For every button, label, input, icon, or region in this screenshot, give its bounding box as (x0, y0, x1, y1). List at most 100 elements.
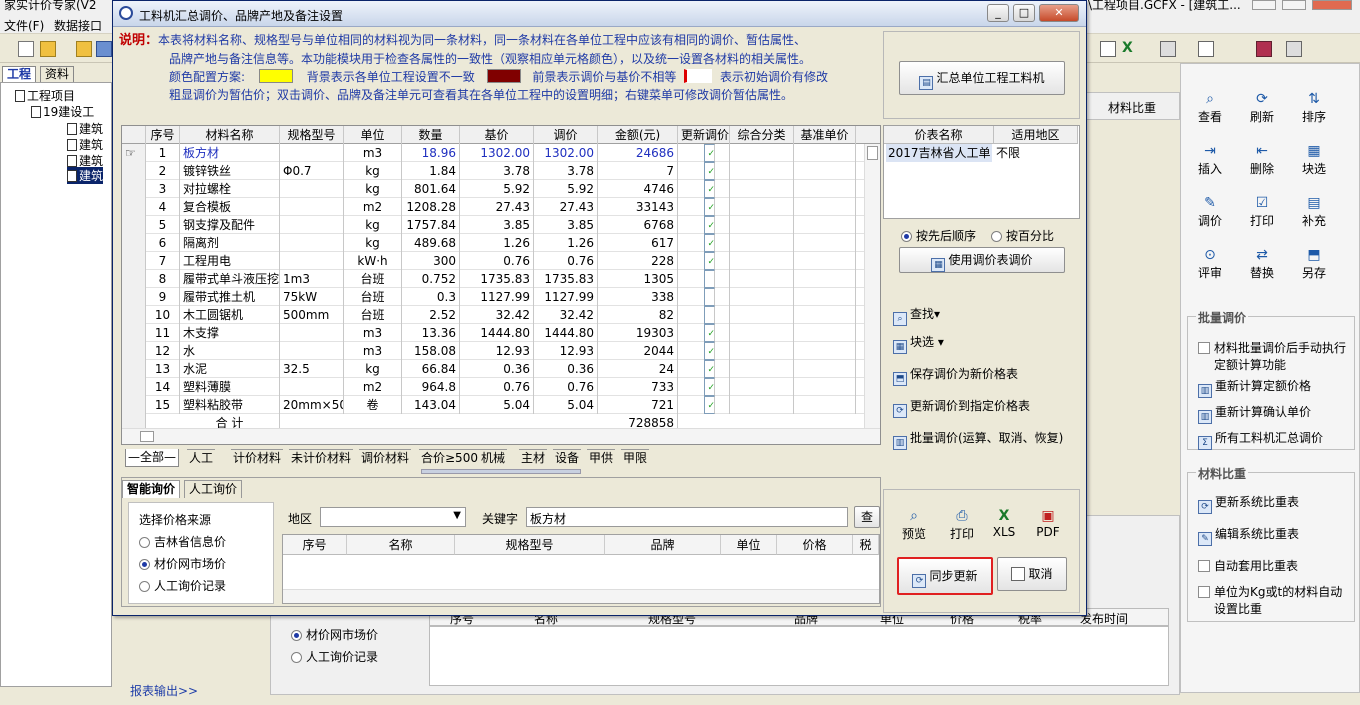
table-cell[interactable]: 水 (180, 342, 280, 360)
table-cell[interactable]: 5.92 (460, 180, 534, 198)
tab-project[interactable]: 工程 (2, 66, 37, 82)
table-cell[interactable] (730, 396, 794, 414)
save-as-button[interactable]: ⬒ 另存 (1289, 246, 1339, 281)
tab-labor[interactable]: 人工 (187, 449, 216, 467)
table-cell[interactable]: 82 (598, 306, 678, 324)
bg-radio-market[interactable]: 材价网市场价 (291, 626, 378, 643)
table-cell[interactable]: 3.78 (534, 162, 598, 180)
block-select-dialog-button[interactable]: ▦ 块选 ▾ (893, 333, 944, 354)
table-cell[interactable] (280, 144, 344, 162)
table-cell[interactable]: 0.36 (534, 360, 598, 378)
update-checkbox[interactable]: ✓ (678, 216, 730, 234)
table-cell[interactable]: 13.36 (402, 324, 460, 342)
table-cell[interactable]: 履带式单斗液压挖 (180, 270, 280, 288)
table-cell[interactable]: 24686 (598, 144, 678, 162)
replace-button[interactable]: ⇄ 替换 (1237, 246, 1287, 281)
table-cell[interactable]: 32.5 (280, 360, 344, 378)
tree-leaf-2[interactable]: 建筑 (67, 136, 103, 153)
table-cell[interactable]: 15 (146, 396, 180, 414)
table-cell[interactable]: 0.752 (402, 270, 460, 288)
auto-apply-ratio-checkbox[interactable]: 自动套用比重表 (1198, 557, 1298, 574)
table-cell[interactable] (794, 162, 856, 180)
table-cell[interactable] (280, 342, 344, 360)
table-cell[interactable]: 3.78 (460, 162, 534, 180)
table-cell[interactable]: m3 (344, 144, 402, 162)
tab-manual-inquiry[interactable]: 人工询价 (184, 480, 243, 498)
table-cell[interactable]: 1757.84 (402, 216, 460, 234)
table-cell[interactable]: 14 (146, 378, 180, 396)
table-cell[interactable]: 143.04 (402, 396, 460, 414)
source-manual[interactable]: 人工询价记录 (139, 577, 226, 594)
table-row[interactable]: 11 木支撑 m3 13.36 1444.80 1444.80 19303 ✓ (122, 324, 880, 342)
dialog-close-button[interactable]: ✕ (1039, 4, 1079, 22)
table-cell[interactable]: 27.43 (534, 198, 598, 216)
table-cell[interactable]: 木支撑 (180, 324, 280, 342)
printer-icon[interactable] (1286, 41, 1302, 57)
table-cell[interactable]: 4 (146, 198, 180, 216)
table-cell[interactable]: 履带式推土机 (180, 288, 280, 306)
source-jilin-info[interactable]: 吉林省信息价 (139, 533, 226, 550)
manual-calc-checkbox[interactable]: 材料批量调价后手动执行定额计算功能 (1198, 339, 1348, 373)
keyword-input[interactable]: 板方材 (526, 507, 848, 527)
menu-file[interactable]: 文件(F) (4, 17, 44, 34)
print-button[interactable]: ☑ 打印 (1237, 194, 1287, 229)
table-cell[interactable]: 隔离剂 (180, 234, 280, 252)
table-cell[interactable] (730, 144, 794, 162)
table-cell[interactable]: 19303 (598, 324, 678, 342)
preview-button[interactable]: ⌕ 预览 (887, 507, 941, 542)
table-cell[interactable] (794, 270, 856, 288)
table-cell[interactable]: m2 (344, 198, 402, 216)
dialog-minimize-button[interactable]: _ (987, 4, 1009, 22)
table-cell[interactable] (280, 252, 344, 270)
table-cell[interactable]: 6768 (598, 216, 678, 234)
table-cell[interactable]: 3.85 (460, 216, 534, 234)
table-cell[interactable]: 3 (146, 180, 180, 198)
table-row[interactable]: 10 木工圆锯机 500mm 台班 2.52 32.42 32.42 82 (122, 306, 880, 324)
table-cell[interactable]: 塑料薄膜 (180, 378, 280, 396)
table-cell[interactable]: 338 (598, 288, 678, 306)
scroll-thumb[interactable] (140, 431, 154, 442)
tab-resources[interactable]: 资料 (40, 66, 75, 82)
table-cell[interactable]: 1302.00 (534, 144, 598, 162)
edit-ratio-button[interactable]: ✎ 编辑系统比重表 (1198, 525, 1299, 546)
table-cell[interactable]: 1.84 (402, 162, 460, 180)
tree-node-19[interactable]: 19建设工 (31, 103, 94, 120)
table-cell[interactable]: 1127.99 (534, 288, 598, 306)
region-select[interactable]: ▼ (320, 507, 466, 527)
update-checkbox[interactable]: ✓ (678, 378, 730, 396)
table-row[interactable]: 2 镀锌铁丝 Φ0.7 kg 1.84 3.78 3.78 7 ✓ (122, 162, 880, 180)
find-button[interactable]: ⌕ 查找▾ (893, 305, 940, 326)
table-cell[interactable] (794, 378, 856, 396)
col-name[interactable]: 材料名称 (180, 126, 280, 144)
app-maximize-button[interactable] (1282, 0, 1306, 10)
table-cell[interactable]: 0.76 (460, 252, 534, 270)
price-table-row[interactable]: 2017吉林省人工单 不限 (884, 144, 1079, 162)
tree-root[interactable]: 工程项目 (15, 87, 75, 104)
table-cell[interactable]: 1305 (598, 270, 678, 288)
table-cell[interactable] (280, 324, 344, 342)
preview-icon[interactable] (1198, 41, 1214, 57)
app-minimize-button[interactable] (1252, 0, 1276, 10)
table-cell[interactable]: 1302.00 (460, 144, 534, 162)
source-market[interactable]: 材价网市场价 (139, 555, 226, 572)
table-row[interactable]: 4 复合模板 m2 1208.28 27.43 27.43 33143 ✓ (122, 198, 880, 216)
tab-owner-supply[interactable]: 甲供 (587, 449, 616, 467)
table-cell[interactable]: 复合模板 (180, 198, 280, 216)
adjust-price-button[interactable]: ✎ 调价 (1185, 194, 1235, 229)
col-ref-price[interactable]: 基准单价 (794, 126, 856, 144)
table-cell[interactable]: 66.84 (402, 360, 460, 378)
table-cell[interactable]: 489.68 (402, 234, 460, 252)
table-row[interactable]: 9 履带式推土机 75kW 台班 0.3 1127.99 1127.99 338 (122, 288, 880, 306)
table-cell[interactable] (794, 144, 856, 162)
sort-by-order-radio[interactable]: 按先后顺序 (901, 227, 976, 244)
table-cell[interactable] (794, 306, 856, 324)
table-cell[interactable]: 镀锌铁丝 (180, 162, 280, 180)
col-seq[interactable]: 序号 (146, 126, 180, 144)
table-cell[interactable]: 板方材 (180, 144, 280, 162)
table-cell[interactable]: 塑料粘胶带 (180, 396, 280, 414)
table-cell[interactable] (730, 216, 794, 234)
tab-all[interactable]: —全部— (125, 449, 180, 467)
save-as-price-table-button[interactable]: ⬒ 保存调价为新价格表 (893, 365, 1018, 386)
table-cell[interactable]: 27.43 (460, 198, 534, 216)
table-cell[interactable] (280, 198, 344, 216)
